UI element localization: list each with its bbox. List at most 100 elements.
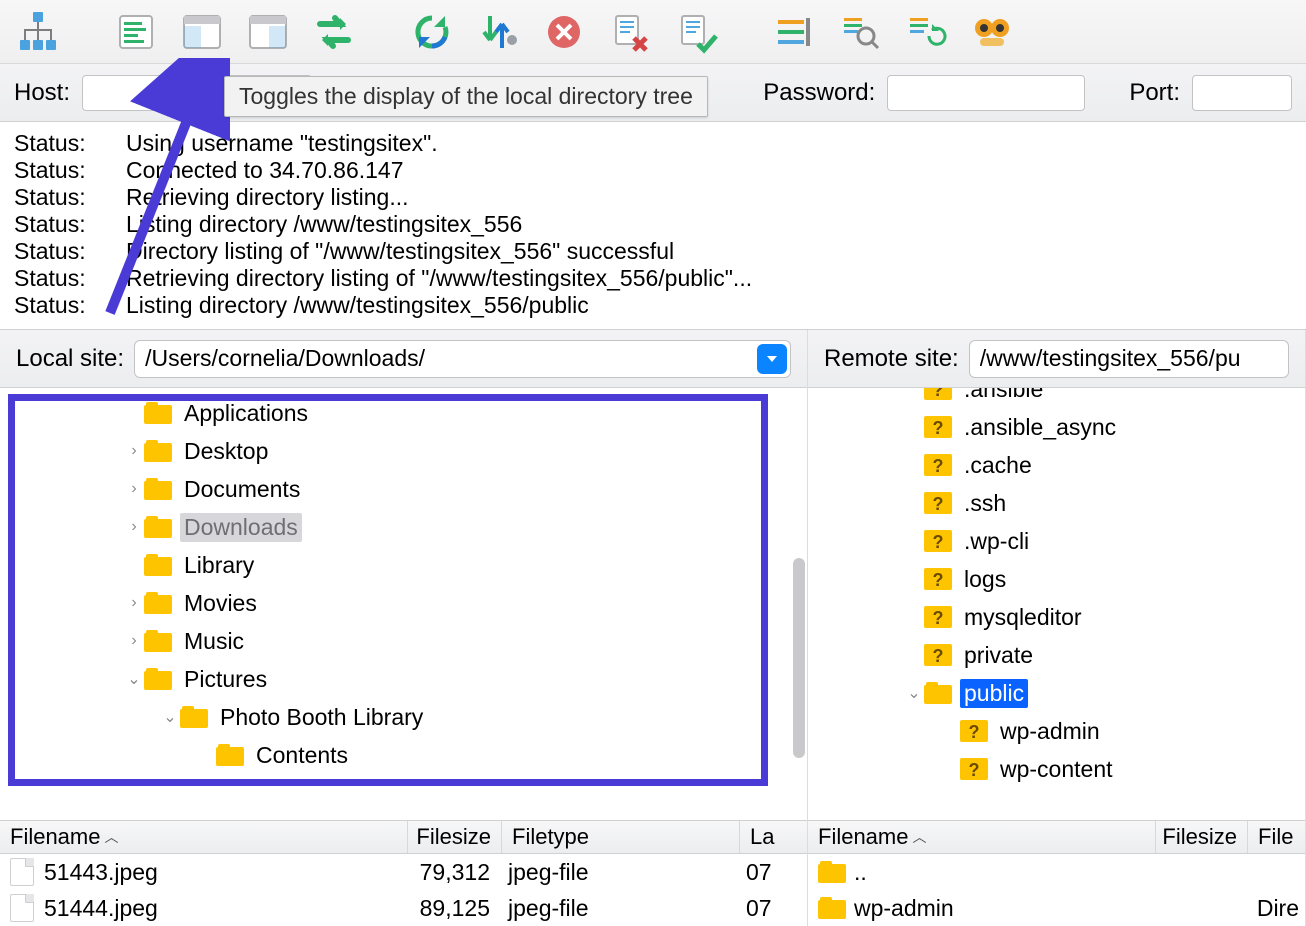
site-manager-icon[interactable]: [14, 8, 62, 56]
toggle-local-tree-icon[interactable]: [178, 8, 226, 56]
tree-item[interactable]: .ssh: [808, 484, 1305, 522]
tree-item[interactable]: ›Downloads: [0, 508, 807, 546]
tooltip: Toggles the display of the local directo…: [224, 76, 708, 117]
col-filetype[interactable]: Filetype: [512, 824, 589, 850]
filter-icon[interactable]: [770, 8, 818, 56]
col-filetype[interactable]: File: [1258, 824, 1293, 850]
tree-label: Pictures: [180, 665, 271, 694]
tree-item[interactable]: .ansible_async: [808, 408, 1305, 446]
password-label: Password:: [763, 79, 875, 107]
remote-file-list[interactable]: .. wp-admin Dire: [808, 854, 1305, 926]
tree-label: .ssh: [960, 489, 1010, 518]
col-filesize[interactable]: Filesize: [416, 824, 491, 850]
tree-item[interactable]: ⌄ Photo Booth Library: [0, 698, 807, 736]
tree-item[interactable]: private: [808, 636, 1305, 674]
toolbar: [0, 0, 1306, 64]
local-site-bar: Local site:: [0, 330, 807, 388]
tree-item[interactable]: ›Desktop: [0, 432, 807, 470]
folder-icon: [216, 744, 244, 766]
scrollbar[interactable]: [793, 558, 805, 758]
compare-icon[interactable]: [968, 8, 1016, 56]
tree-item[interactable]: › Music: [0, 622, 807, 660]
tree-label: Contents: [252, 741, 352, 770]
col-lastmod[interactable]: La: [750, 824, 774, 850]
folder-icon: [180, 706, 208, 728]
disconnect-icon[interactable]: [606, 8, 654, 56]
unknown-folder-icon: [924, 454, 952, 476]
refresh-icon[interactable]: [408, 8, 456, 56]
expander-icon[interactable]: ⌄: [160, 707, 180, 727]
tree-item[interactable]: › Documents: [0, 470, 807, 508]
tree-item[interactable]: ⌄ Pictures: [0, 660, 807, 698]
tree-item[interactable]: ⌄public: [808, 674, 1305, 712]
tree-item[interactable]: .cache: [808, 446, 1305, 484]
local-path-dropdown[interactable]: [757, 344, 787, 374]
tree-item[interactable]: Applications: [0, 394, 807, 432]
tree-item[interactable]: ›Movies: [0, 584, 807, 622]
folder-icon: [818, 861, 846, 883]
tree-label: .wp-cli: [960, 527, 1033, 556]
tree-item[interactable]: .ansible: [808, 388, 1305, 408]
reconnect-icon[interactable]: [672, 8, 720, 56]
host-label: Host:: [14, 79, 70, 107]
file-row[interactable]: wp-admin Dire: [808, 890, 1305, 926]
folder-icon: [144, 668, 172, 690]
process-queue-icon[interactable]: [474, 8, 522, 56]
toggle-remote-tree-icon[interactable]: [244, 8, 292, 56]
folder-icon: [144, 402, 172, 424]
tree-item[interactable]: wp-content: [808, 750, 1305, 788]
local-site-label: Local site:: [16, 345, 124, 373]
tree-item[interactable]: .wp-cli: [808, 522, 1305, 560]
tree-label: Photo Booth Library: [216, 703, 427, 732]
expander-icon[interactable]: ⌄: [904, 683, 924, 703]
local-file-list[interactable]: 51443.jpeg 79,312 jpeg-file 07 51444.jpe…: [0, 854, 807, 926]
remote-file-header[interactable]: Filename︿ Filesize File: [808, 820, 1305, 854]
col-filename[interactable]: Filename: [10, 824, 100, 850]
expander-icon[interactable]: ›: [124, 480, 144, 498]
tree-item[interactable]: logs: [808, 560, 1305, 598]
log-label: Status:: [14, 130, 126, 157]
tree-label: private: [960, 641, 1037, 670]
tree-item[interactable]: wp-admin: [808, 712, 1305, 750]
local-file-header[interactable]: Filename︿ Filesize Filetype La: [0, 820, 807, 854]
file-size: 79,312: [404, 859, 498, 886]
search-icon[interactable]: [836, 8, 884, 56]
sync-icon[interactable]: [902, 8, 950, 56]
cancel-icon[interactable]: [540, 8, 588, 56]
folder-icon: [818, 897, 846, 919]
file-row[interactable]: 51444.jpeg 89,125 jpeg-file 07: [0, 890, 807, 926]
col-filesize[interactable]: Filesize: [1162, 824, 1237, 850]
tree-item[interactable]: mysqleditor: [808, 598, 1305, 636]
log-label: Status:: [14, 157, 126, 184]
password-input[interactable]: [887, 75, 1085, 111]
port-input[interactable]: [1192, 75, 1292, 111]
folder-icon: [144, 592, 172, 614]
file-row[interactable]: 51443.jpeg 79,312 jpeg-file 07: [0, 854, 807, 890]
file-row[interactable]: ..: [808, 854, 1305, 890]
col-filename[interactable]: Filename: [818, 824, 908, 850]
file-extra: Dire: [1154, 895, 1305, 922]
tree-item[interactable]: Contents: [0, 736, 807, 774]
tree-label: Music: [180, 627, 248, 656]
remote-path-input[interactable]: [969, 340, 1289, 378]
expander-icon[interactable]: ⌄: [124, 669, 144, 689]
expander-icon[interactable]: ›: [124, 442, 144, 460]
toggle-message-log-icon[interactable]: [112, 8, 160, 56]
remote-tree[interactable]: .ansible.ansible_async.cache .ssh .wp-cli l…: [808, 388, 1305, 820]
expander-icon[interactable]: ›: [124, 632, 144, 650]
tree-label: Documents: [180, 475, 304, 504]
log-message: Connected to 34.70.86.147: [126, 157, 404, 184]
tree-label: mysqleditor: [960, 603, 1086, 632]
expander-icon[interactable]: ›: [124, 594, 144, 612]
log-label: Status:: [14, 184, 126, 211]
toggle-transfer-queue-icon[interactable]: [310, 8, 358, 56]
expander-icon[interactable]: ›: [124, 518, 144, 536]
tree-item[interactable]: Library: [0, 546, 807, 584]
local-path-input[interactable]: [134, 340, 791, 378]
folder-icon: [144, 630, 172, 652]
file-name: 51444.jpeg: [44, 895, 404, 922]
tree-label: Library: [180, 551, 258, 580]
message-log: Status:Using username "testingsitex".Sta…: [0, 122, 1306, 330]
local-tree[interactable]: Applications›Desktop›Documents›Downloads…: [0, 388, 807, 820]
folder-icon: [144, 554, 172, 576]
